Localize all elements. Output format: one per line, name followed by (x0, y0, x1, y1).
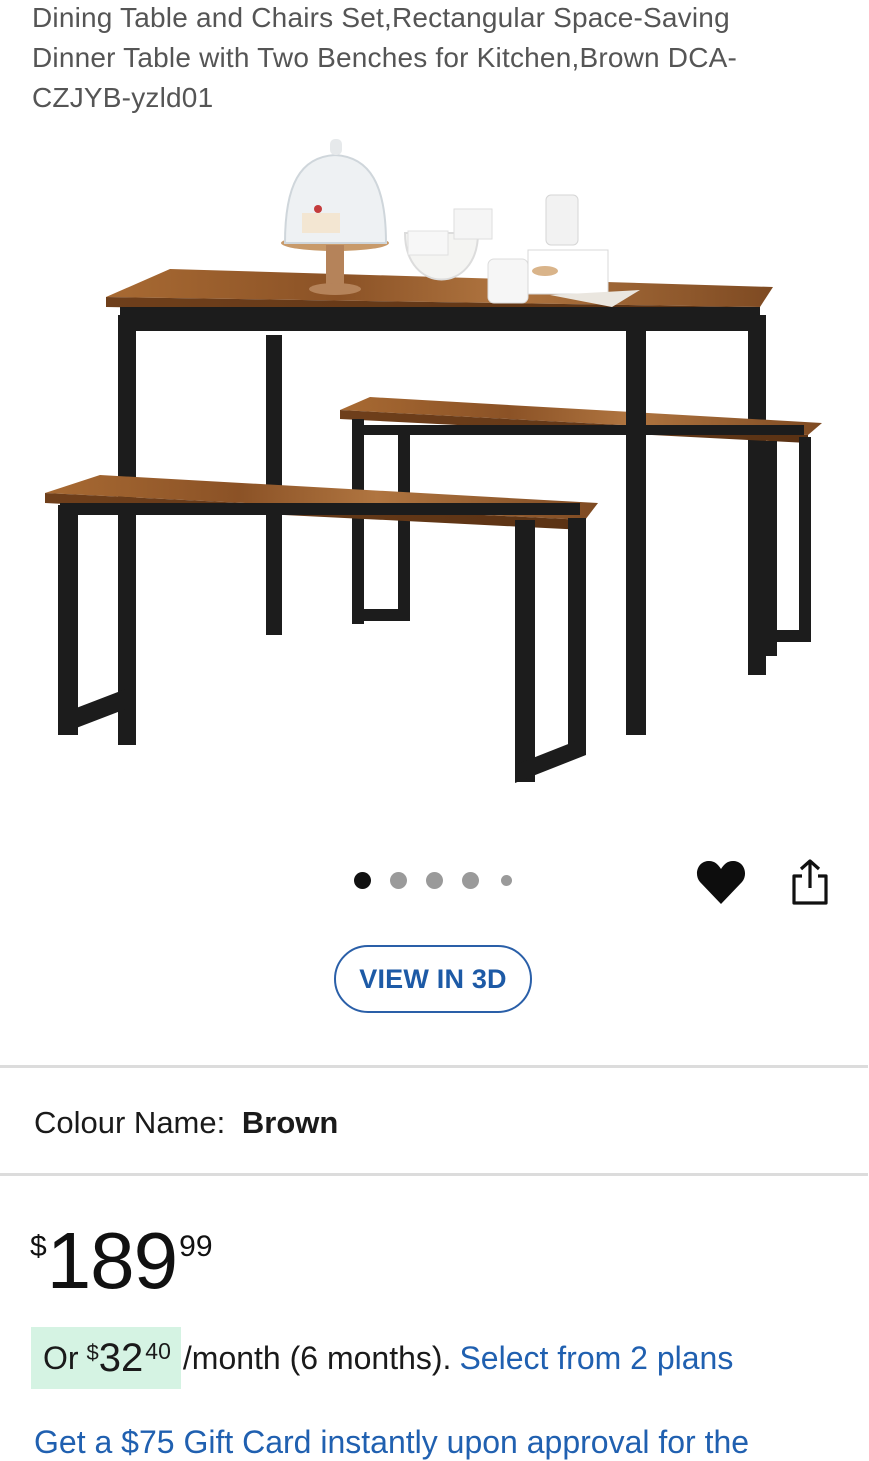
gallery-dot-4[interactable] (462, 872, 479, 889)
colour-value: Brown (241, 1105, 339, 1140)
divider (0, 1065, 868, 1068)
share-icon[interactable] (788, 858, 832, 906)
financing-prefix: Or (43, 1339, 79, 1376)
colour-name: Colour Name: Brown (34, 1105, 338, 1141)
gallery-dot-2[interactable] (390, 872, 407, 889)
gift-card-link[interactable]: Get a $75 Gift Card instantly upon appro… (34, 1424, 749, 1461)
price: $ 189 99 (30, 1218, 213, 1304)
financing-cents: 40 (145, 1337, 171, 1364)
gallery-dot-5[interactable] (501, 875, 512, 886)
price-dollars: 189 (46, 1216, 178, 1305)
financing-badge: Or $ 32 40 (31, 1327, 181, 1389)
financing-offer: Or $ 32 40 /month (6 months). Select fro… (31, 1327, 733, 1389)
price-currency: $ (30, 1230, 47, 1263)
heart-icon[interactable] (695, 856, 747, 908)
financing-currency: $ (86, 1340, 99, 1365)
product-title: Dining Table and Chairs Set,Rectangular … (32, 0, 832, 118)
view-in-3d-button[interactable]: VIEW IN 3D (334, 945, 532, 1013)
product-title-line-2: Dinner Table with Two Benches for Kitche… (32, 42, 738, 73)
colour-label: Colour Name: (34, 1105, 226, 1140)
gallery-dot-1[interactable] (354, 872, 371, 889)
financing-suffix: /month (6 months). (182, 1339, 452, 1376)
divider (0, 1173, 868, 1176)
product-image[interactable] (0, 125, 869, 825)
select-plans-link[interactable]: Select from 2 plans (459, 1340, 733, 1377)
gallery-pagination[interactable] (354, 872, 531, 889)
gallery-dot-3[interactable] (426, 872, 443, 889)
product-title-line-3: CZJYB-yzld01 (32, 82, 214, 113)
price-cents: 99 (179, 1230, 213, 1263)
financing-dollars: 32 (98, 1335, 144, 1380)
product-title-line-1: Dining Table and Chairs Set,Rectangular … (32, 2, 730, 33)
